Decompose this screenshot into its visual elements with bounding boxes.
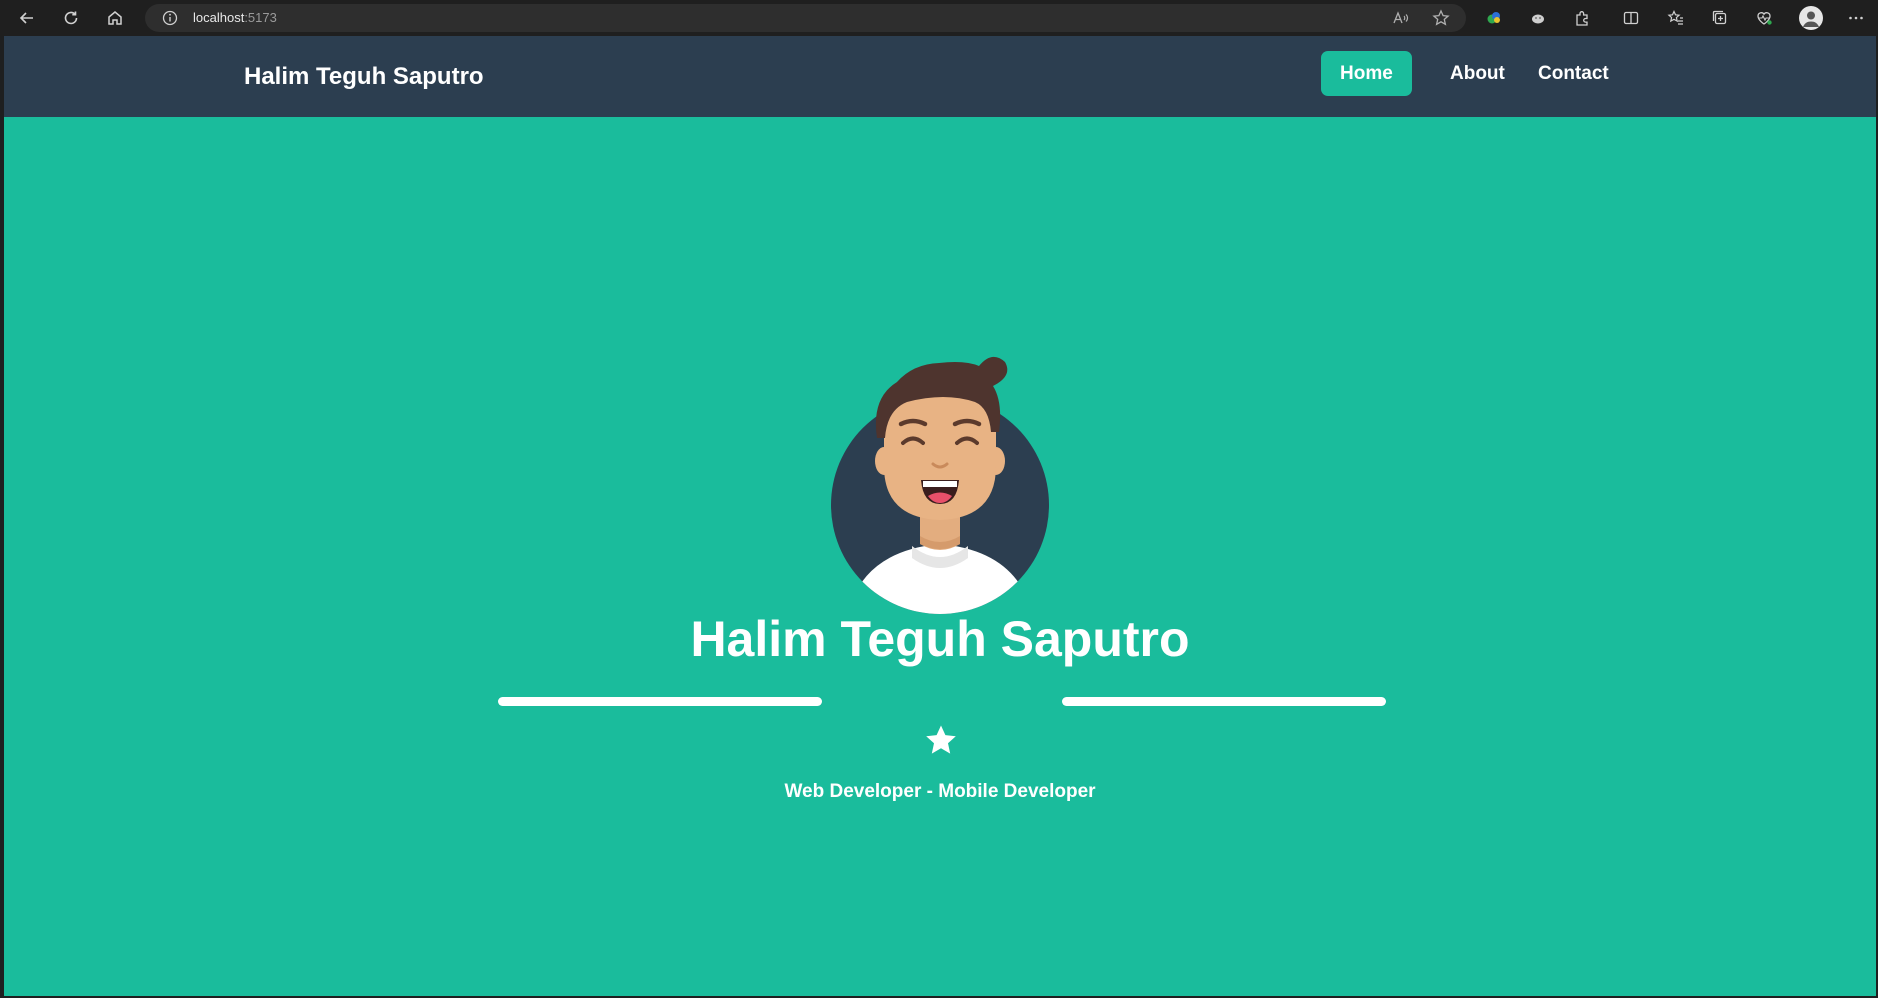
profile-button[interactable] (1799, 6, 1823, 30)
split-screen-button[interactable] (1617, 4, 1645, 32)
reload-icon (64, 11, 78, 25)
color-extension-icon (1487, 12, 1500, 24)
avatar-character-icon (831, 356, 1049, 614)
browser-toolbar: localhost:5173 (0, 0, 1878, 36)
url-text: localhost:5173 (193, 10, 277, 26)
nav-link-home[interactable]: Home (1321, 51, 1412, 96)
reload-button[interactable] (57, 4, 85, 32)
puzzle-icon (1576, 11, 1588, 26)
hero-name-heading: Halim Teguh Saputro (690, 611, 1190, 667)
brand-link[interactable]: Halim Teguh Saputro (244, 63, 484, 91)
divider-line-right (1062, 697, 1386, 706)
favorites-list-icon (1667, 10, 1683, 25)
nav-link-contact[interactable]: Contact (1519, 51, 1628, 96)
site-navbar: Halim Teguh Saputro Home About Contact (4, 36, 1876, 117)
url-host: localhost (193, 10, 245, 25)
extension-button[interactable] (1480, 4, 1508, 32)
profile-avatar-icon (1803, 11, 1819, 27)
extension-button-2[interactable] (1524, 4, 1552, 32)
back-button[interactable] (13, 4, 41, 32)
url-port: :5173 (244, 10, 277, 25)
heart-pulse-icon (1757, 12, 1772, 25)
extensions-button[interactable] (1568, 4, 1596, 32)
split-screen-icon (1623, 11, 1639, 25)
profile-avatar-illustration (827, 346, 1063, 616)
page-viewport: Halim Teguh Saputro Home About Contact H… (4, 36, 1876, 996)
collections-icon (1712, 10, 1727, 25)
hero-subtitle: Web Developer - Mobile Developer (784, 781, 1096, 802)
home-icon (108, 11, 122, 25)
browser-essentials-button[interactable] (1750, 4, 1778, 32)
back-arrow-icon (19, 12, 33, 24)
home-button[interactable] (101, 4, 129, 32)
info-icon[interactable] (161, 9, 179, 27)
star-icon (926, 725, 956, 754)
divider-line-left (498, 697, 822, 706)
settings-more-button[interactable] (1842, 4, 1870, 32)
read-aloud-icon[interactable] (1392, 9, 1410, 27)
address-bar[interactable]: localhost:5173 (145, 4, 1466, 32)
cloud-extension-icon (1532, 14, 1544, 24)
favorites-button[interactable] (1662, 4, 1690, 32)
more-dots-icon (1849, 16, 1863, 20)
collections-button[interactable] (1706, 4, 1734, 32)
nav-link-about[interactable]: About (1431, 51, 1524, 96)
favorite-star-icon[interactable] (1432, 9, 1450, 27)
